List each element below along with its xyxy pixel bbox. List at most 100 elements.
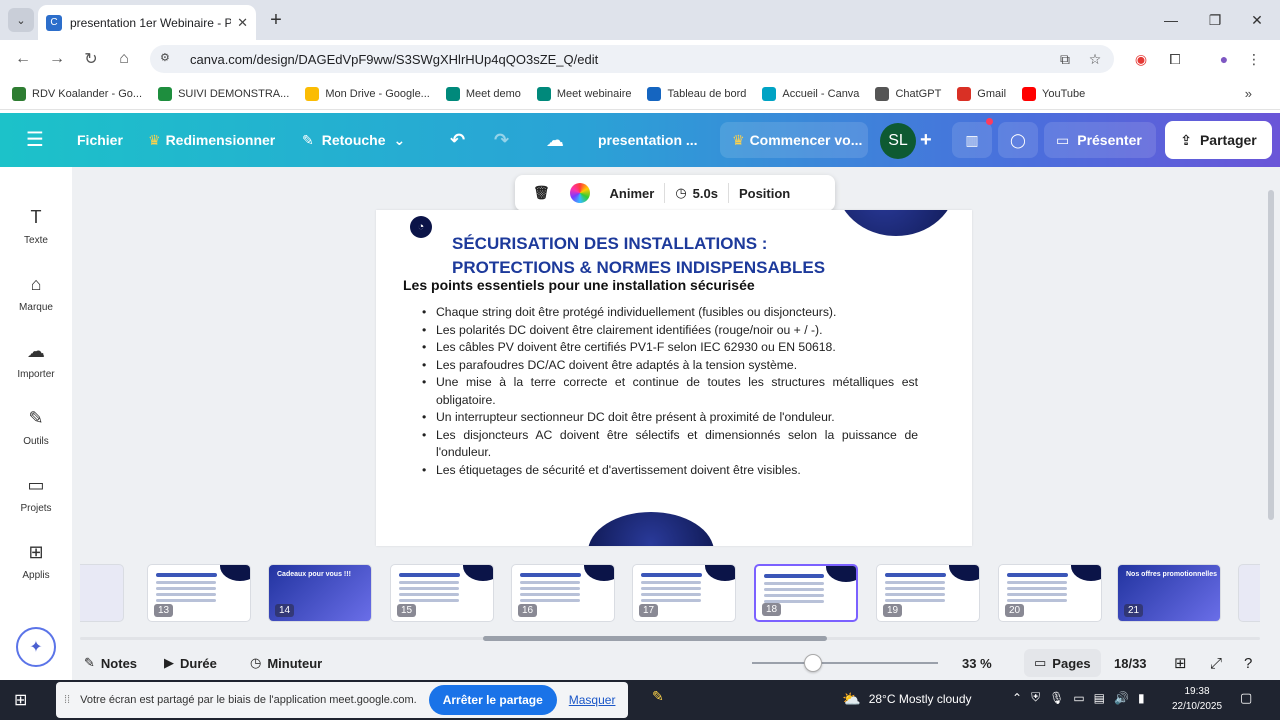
page-thumbnail[interactable] [80, 564, 124, 622]
tab-close-icon[interactable]: ✕ [237, 15, 248, 31]
security-icon[interactable]: ⛨ [1031, 690, 1040, 705]
battery-icon[interactable]: ▮ [1138, 691, 1145, 705]
microphone-icon[interactable]: 🎙 [1049, 691, 1064, 705]
add-collaborator-button[interactable]: + [920, 113, 932, 167]
zoom-slider-knob[interactable] [804, 654, 823, 672]
bookmark-item[interactable]: Accueil - Canva [762, 86, 859, 101]
document-title[interactable]: presentation ... [598, 113, 698, 167]
rail-item-outils[interactable]: ✎ Outils [0, 408, 72, 447]
notification-center-icon[interactable]: ▢ [1240, 690, 1260, 710]
grid-view-icon[interactable]: ⊞ [1174, 646, 1187, 680]
home-icon[interactable]: ⌂ [113, 48, 135, 70]
browser-tab-active[interactable]: C presentation 1er Webinaire - P ✕ [38, 5, 256, 40]
pages-button[interactable]: ▭ Pages [1024, 649, 1101, 677]
bookmark-item[interactable]: RDV Koalander - Go... [12, 86, 142, 101]
bookmark-item[interactable]: Meet webinaire [536, 86, 631, 101]
duration-toggle[interactable]: ▶ Durée [164, 646, 217, 680]
site-info-icon[interactable]: ⚙ [160, 51, 176, 67]
rail-item-marque[interactable]: ⌂ Marque [0, 274, 72, 313]
page-thumbnail[interactable]: 18 [754, 564, 858, 622]
stop-sharing-button[interactable]: Arrêter le partage [428, 685, 557, 715]
bookmarks-overflow-icon[interactable]: » [1245, 86, 1252, 101]
url-text[interactable]: canva.com/design/DAGEdVpF9ww/S3SWgXHlrHU… [190, 52, 1054, 67]
page-counter[interactable]: 18/33 [1114, 646, 1147, 680]
display-icon[interactable]: ▭ [1073, 691, 1084, 705]
restore-icon[interactable]: ❐ [1202, 8, 1228, 32]
rail-item-texte[interactable]: T Texte [0, 207, 72, 246]
back-icon[interactable]: ← [12, 48, 34, 70]
page-thumbnail[interactable]: Nos offres promotionnelles 21 [1117, 564, 1221, 622]
help-icon[interactable]: ? [1244, 646, 1252, 680]
duration-button[interactable]: ◷ 5.0s [665, 175, 728, 211]
windows-start-icon[interactable]: ⊞ [14, 690, 34, 710]
bookmark-item[interactable]: SUIVI DEMONSTRA... [158, 86, 289, 101]
page-thumbnail[interactable]: 20 [998, 564, 1102, 622]
page-thumbnail[interactable]: 15 [390, 564, 494, 622]
menu-icon[interactable]: ☰ [26, 130, 46, 150]
tab-search-button[interactable]: ⌄ [8, 8, 34, 32]
start-trial-button[interactable]: ♛ Commencer vo... [720, 122, 868, 158]
page-thumbnail[interactable]: 17 [632, 564, 736, 622]
drag-handle-icon[interactable]: ⁞⁞ [64, 694, 70, 706]
zoom-slider[interactable] [752, 662, 938, 664]
page-thumbnail[interactable] [1238, 564, 1260, 622]
thumbnail-scrollbar[interactable] [483, 636, 827, 641]
animate-button[interactable]: Animer [600, 175, 665, 211]
forward-icon[interactable]: → [46, 48, 68, 70]
tray-expand-icon[interactable]: ⌃ [1012, 691, 1022, 705]
file-menu[interactable]: Fichier [77, 113, 123, 167]
undo-icon[interactable]: ↶ [450, 113, 465, 167]
volume-icon[interactable]: 🔊 [1114, 691, 1129, 705]
network-icon[interactable]: ▤ [1094, 691, 1105, 705]
bookmark-star-icon[interactable]: ☆ [1084, 51, 1106, 68]
position-button[interactable]: Position [729, 175, 800, 211]
bookmark-item[interactable]: ChatGPT [875, 86, 941, 101]
taskbar-clock[interactable]: 19:38 22/10/2025 [1164, 684, 1230, 714]
extensions-puzzle-icon[interactable]: ⧠ [1165, 49, 1185, 69]
minimize-icon[interactable]: — [1158, 8, 1184, 32]
slide-bullet-list[interactable]: Chaque string doit être protégé individu… [420, 304, 918, 479]
notes-button[interactable]: ✎ Notes [84, 646, 137, 680]
vertical-scrollbar[interactable] [1268, 190, 1274, 520]
page-thumbnail[interactable]: Cadeaux pour vous !!! 14 [268, 564, 372, 622]
share-button[interactable]: ⇪ Partager [1165, 121, 1272, 159]
bookmark-item[interactable]: Meet demo [445, 86, 521, 101]
bookmark-item[interactable]: Tableau de bord [647, 86, 746, 101]
new-tab-button[interactable]: + [264, 8, 288, 32]
page-thumbnail[interactable]: 19 [876, 564, 980, 622]
extension-icon[interactable]: ◉ [1131, 49, 1151, 69]
reload-icon[interactable]: ↻ [80, 48, 102, 70]
resize-button[interactable]: ♛ Redimensionner [148, 113, 275, 167]
comment-icon[interactable]: ◯ [998, 122, 1038, 158]
rail-item-applis[interactable]: ⊞ Applis [0, 542, 72, 581]
browser-menu-icon[interactable]: ⋮ [1244, 49, 1264, 69]
slide-subtitle[interactable]: Les points essentiels pour une installat… [403, 277, 923, 293]
magic-assistant-icon[interactable]: ✦ [16, 627, 56, 667]
trash-icon[interactable]: 🗑 [523, 175, 560, 211]
user-avatar[interactable]: SL [880, 123, 916, 159]
page-thumbnail[interactable]: 16 [511, 564, 615, 622]
slide-title[interactable]: SÉCURISATION DES INSTALLATIONS : PROTECT… [452, 232, 922, 280]
cloud-save-icon[interactable]: ☁ [546, 113, 564, 167]
bookmark-item[interactable]: Mon Drive - Google... [305, 86, 430, 101]
fullscreen-icon[interactable]: ⤢ [1210, 646, 1222, 680]
zoom-level[interactable]: 33 % [962, 646, 992, 680]
rail-item-importer[interactable]: ☁ Importer [0, 341, 72, 380]
timer-button[interactable]: ◷ Minuteur [250, 646, 322, 680]
rail-item-projets[interactable]: ▭ Projets [0, 475, 72, 514]
taskbar-app-icon[interactable]: ✎ [652, 688, 674, 710]
analytics-icon[interactable]: ▥ [952, 122, 992, 158]
retouch-menu[interactable]: ✎ Retouche ⌄ [302, 113, 405, 167]
redo-icon[interactable]: ↷ [494, 113, 509, 167]
weather-widget[interactable]: ⛅ 28°C Mostly cloudy [842, 690, 972, 708]
present-button[interactable]: ▭ Présenter [1044, 122, 1156, 158]
window-close-icon[interactable]: ✕ [1244, 8, 1270, 32]
profile-avatar-icon[interactable]: ● [1214, 49, 1234, 69]
address-bar[interactable]: ⚙ canva.com/design/DAGEdVpF9ww/S3SWgXHlr… [150, 45, 1114, 73]
page-thumbnail[interactable]: 13 [147, 564, 251, 622]
bookmark-item[interactable]: Gmail [957, 86, 1006, 101]
bookmark-item[interactable]: YouTube [1022, 86, 1085, 101]
hide-notice-link[interactable]: Masquer [569, 693, 616, 707]
install-app-icon[interactable]: ⧉ [1054, 51, 1076, 68]
color-picker-button[interactable] [560, 175, 600, 211]
